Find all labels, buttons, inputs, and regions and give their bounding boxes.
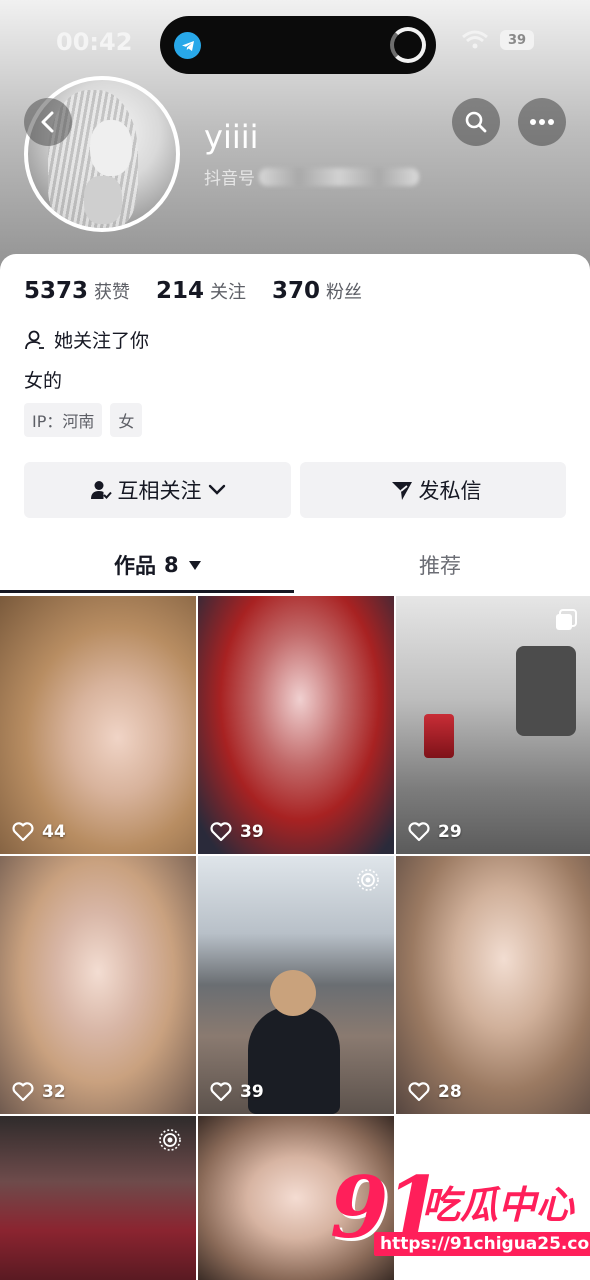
- mutual-follow-label: 互相关注: [117, 479, 202, 503]
- like-count-value: 39: [240, 822, 264, 842]
- tab-works[interactable]: 作品 8: [114, 550, 201, 580]
- tab-recommend[interactable]: 推荐: [419, 550, 461, 580]
- status-right: 39: [462, 30, 534, 50]
- like-count-value: 29: [438, 822, 462, 842]
- stat-label: 获赞: [94, 282, 131, 303]
- like-count: 28: [408, 1082, 462, 1102]
- wifi-icon: [462, 30, 488, 49]
- username: yiiii: [204, 118, 259, 156]
- video-tile[interactable]: [0, 1116, 196, 1280]
- bio: 女的: [24, 370, 63, 392]
- douyin-id: 抖音号: [204, 164, 419, 189]
- person-icon: [25, 330, 44, 349]
- head-shape: [270, 970, 316, 1016]
- stat-value: 5373: [24, 278, 89, 304]
- send-message-label: 发私信: [418, 479, 482, 503]
- like-count-value: 28: [438, 1082, 462, 1102]
- chevron-left-icon: [41, 111, 54, 133]
- live-photo-icon: [356, 868, 380, 896]
- watermark-url: https://91chigua25.com: [374, 1232, 590, 1256]
- stats-row: 5373 获赞 214 关注 370 粉丝: [24, 278, 388, 304]
- like-count-value: 32: [42, 1082, 66, 1102]
- like-count: 32: [12, 1082, 66, 1102]
- like-count: 39: [210, 822, 264, 842]
- heart-icon: [408, 1082, 430, 1102]
- loading-ring-icon: [390, 27, 426, 63]
- person-check-icon: [90, 481, 112, 499]
- soda-can-shape: [424, 714, 454, 758]
- like-count: 39: [210, 1082, 264, 1102]
- douyin-id-label: 抖音号: [204, 169, 255, 189]
- stat-label: 粉丝: [326, 282, 363, 303]
- status-time: 00:42: [56, 28, 133, 56]
- mutual-follow-button[interactable]: 互相关注: [24, 462, 291, 518]
- caret-down-icon: [188, 560, 201, 570]
- send-message-button[interactable]: 发私信: [300, 462, 566, 518]
- video-tile[interactable]: 32: [0, 856, 196, 1114]
- tag-ip: IP：河南: [24, 403, 103, 437]
- stat-value: 214: [156, 278, 205, 304]
- chevron-down-icon: [208, 484, 225, 495]
- dynamic-island: [160, 16, 436, 74]
- video-tile[interactable]: 29: [396, 596, 590, 854]
- like-count-value: 44: [42, 822, 66, 842]
- like-count: 29: [408, 822, 462, 842]
- more-button[interactable]: [518, 98, 566, 146]
- stat-followers[interactable]: 370 粉丝: [272, 278, 362, 304]
- tab-works-label: 作品: [114, 554, 156, 578]
- redacted-id: [259, 167, 419, 186]
- watermark-logo: 91 吃瓜中心 https://91chigua25.com: [330, 1158, 590, 1268]
- video-tile[interactable]: 44: [0, 596, 196, 854]
- search-icon: [465, 111, 487, 133]
- watermark-text: 吃瓜中心: [422, 1183, 575, 1227]
- telegram-icon: [174, 32, 201, 59]
- video-tile[interactable]: 39: [198, 856, 394, 1114]
- stat-following[interactable]: 214 关注: [156, 278, 246, 304]
- stat-likes[interactable]: 5373 获赞: [24, 278, 130, 304]
- seat-shape: [516, 646, 576, 736]
- battery-icon: 39: [500, 30, 534, 50]
- follows-you-text: 她关注了你: [54, 330, 150, 352]
- profile-tags: IP：河南 女: [24, 403, 143, 437]
- video-tile[interactable]: 28: [396, 856, 590, 1114]
- send-icon: [391, 482, 412, 500]
- heart-icon: [12, 1082, 34, 1102]
- tab-works-count: 8: [164, 553, 179, 577]
- live-photo-icon: [158, 1128, 182, 1156]
- like-count: 44: [12, 822, 66, 842]
- heart-icon: [408, 822, 430, 842]
- heart-icon: [12, 822, 34, 842]
- profile-tabs: 作品 8 推荐: [0, 544, 590, 594]
- follows-you-indicator: 她关注了你: [24, 326, 149, 353]
- heart-icon: [210, 1082, 232, 1102]
- tag-gender: 女: [110, 403, 143, 437]
- more-dots-icon: [530, 119, 554, 125]
- active-tab-indicator: [0, 590, 294, 593]
- multi-image-icon: [554, 608, 578, 636]
- stat-label: 关注: [210, 282, 247, 303]
- heart-icon: [210, 822, 232, 842]
- search-button[interactable]: [452, 98, 500, 146]
- video-tile[interactable]: 39: [198, 596, 394, 854]
- profile-header: 00:42 39 yiiii 抖音号: [0, 0, 590, 290]
- back-button[interactable]: [24, 98, 72, 146]
- like-count-value: 39: [240, 1082, 264, 1102]
- stat-value: 370: [272, 278, 321, 304]
